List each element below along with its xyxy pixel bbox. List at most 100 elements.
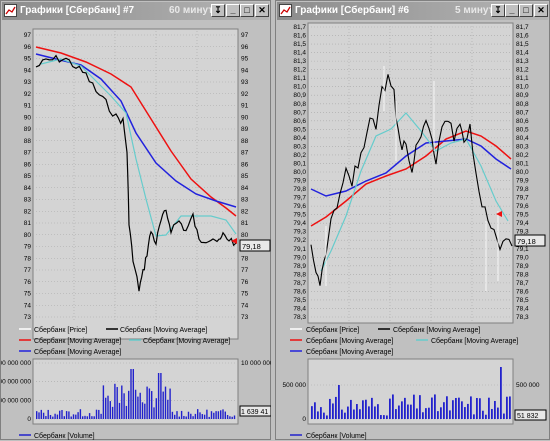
maximize-button[interactable]: □ (519, 4, 533, 17)
volume-legend: Сбербанк [Volume] (306, 432, 367, 440)
volume-bar (167, 399, 169, 419)
price-tick-left: 77 (24, 267, 32, 274)
close-icon: ✕ (258, 5, 266, 15)
volume-bar (109, 401, 111, 419)
volume-bar (329, 398, 331, 419)
price-tick-right: 97 (241, 32, 249, 39)
price-tick-right: 80,0 (516, 169, 529, 176)
volume-bar (497, 407, 499, 419)
price-tick-right: 78,4 (516, 305, 529, 312)
price-tick-right: 77 (241, 267, 249, 274)
volume-bar (111, 406, 114, 419)
volume-bar (91, 416, 93, 419)
price-plot[interactable] (307, 22, 514, 324)
price-tick-left: 76 (24, 279, 32, 286)
chart-window-7[interactable]: Графики [Сбербанк] #7 60 минут ↧ _ □ ✕ 9… (0, 0, 271, 440)
volume-bar (82, 416, 84, 419)
chart-icon[interactable] (279, 4, 292, 17)
volume-bar (52, 416, 54, 419)
price-tick-left: 78,9 (293, 263, 306, 270)
volume-bar (461, 401, 463, 419)
volume-bar (77, 412, 79, 419)
window-title: Графики [Сбербанк] #6 (295, 5, 410, 16)
close-button[interactable]: ✕ (255, 4, 269, 17)
volume-bar (229, 416, 231, 419)
price-tick-left: 79,3 (293, 229, 306, 236)
volume-bar (344, 412, 346, 419)
volume-bar (56, 414, 59, 419)
volume-bar (105, 397, 107, 419)
volume-tick-left: 300 000 000 (1, 360, 31, 367)
volume-bar (217, 411, 220, 419)
volume-bar (224, 411, 226, 419)
minimize-button[interactable]: _ (226, 4, 240, 17)
legend: Сбербанк [Price] Сбербанк [Moving Averag… (19, 326, 230, 356)
pin-icon: ↧ (214, 5, 222, 15)
volume-axis-right: 500 000 (516, 382, 540, 389)
price-tick-right: 95 (241, 56, 249, 63)
price-tick-left: 79,2 (293, 237, 306, 244)
volume-bar (139, 392, 141, 419)
volume-bar (38, 412, 40, 419)
pin-button[interactable]: ↧ (211, 4, 225, 17)
price-tick-right: 78,8 (516, 271, 529, 278)
price-tick-right: 80,5 (516, 126, 529, 133)
price-plot[interactable] (32, 28, 239, 340)
chart-window-6[interactable]: Графики [Сбербанк] #6 5 минут ↧ _ □ ✕ 81… (275, 0, 550, 440)
price-tick-right: 78,7 (516, 280, 529, 287)
price-tick-right: 80 (241, 232, 249, 239)
volume-bar (359, 409, 361, 419)
timeframe-label: 60 минут (169, 5, 214, 16)
chart-area: 81,781,681,581,481,381,281,181,080,980,8… (283, 22, 547, 440)
price-tick-left: 78,5 (293, 297, 306, 304)
volume-bar (197, 409, 199, 419)
volume-bar (61, 410, 63, 419)
volume-bar (98, 409, 100, 419)
volume-bar (125, 405, 128, 419)
volume-bar (437, 411, 439, 419)
volume-bar (488, 397, 490, 419)
price-tick-right: 79,4 (516, 220, 529, 227)
price-tick-left: 79,7 (293, 195, 306, 202)
volume-bar (509, 396, 511, 419)
price-tick-right: 79,5 (516, 212, 529, 219)
volume-bar (231, 416, 233, 419)
price-tick-right: 93 (241, 79, 249, 86)
volume-bar (347, 406, 349, 419)
close-button[interactable]: ✕ (534, 4, 548, 17)
price-tick-left: 80,6 (293, 118, 306, 125)
pin-button[interactable]: ↧ (491, 4, 505, 17)
chart-icon[interactable] (4, 4, 17, 17)
title-bar[interactable]: Графики [Сбербанк] #7 60 минут ↧ _ □ ✕ (2, 2, 269, 20)
price-tick-right: 79,8 (516, 186, 529, 193)
volume-bar (222, 409, 224, 419)
volume-bar (128, 390, 130, 419)
legend-item-ma-black: Сбербанк [Moving Average] (393, 326, 480, 334)
price-tick-right: 96 (241, 44, 249, 51)
price-tick-left: 73 (24, 314, 32, 321)
price-tick-left: 78,4 (293, 305, 306, 312)
price-tick-left: 78,8 (293, 271, 306, 278)
volume-bar (491, 408, 493, 419)
title-bar[interactable]: Графики [Сбербанк] #6 5 минут ↧ _ □ ✕ (277, 2, 548, 20)
price-tick-left: 86 (24, 161, 32, 168)
price-tick-left: 78 (24, 255, 32, 262)
volume-bar (425, 408, 427, 419)
maximize-button[interactable]: □ (240, 4, 254, 17)
volume-axis-left: 500 000 0 (283, 382, 307, 423)
price-tick-left: 78,3 (293, 314, 306, 321)
minimize-button[interactable]: _ (505, 4, 519, 17)
price-tick-left: 96 (24, 44, 32, 51)
volume-bar (338, 385, 340, 419)
price-tick-right: 80,1 (516, 160, 529, 167)
volume-bar (314, 402, 316, 419)
volume-bar (194, 413, 197, 419)
price-tick-right: 80,3 (516, 143, 529, 150)
volume-bar (503, 413, 505, 419)
price-tick-left: 80,9 (293, 92, 306, 99)
price-tick-right: 80,9 (516, 92, 529, 99)
price-tick-left: 90 (24, 114, 32, 121)
volume-value-label: 51 832 (517, 413, 539, 420)
volume-bar (401, 401, 403, 419)
volume-bar (178, 416, 180, 419)
